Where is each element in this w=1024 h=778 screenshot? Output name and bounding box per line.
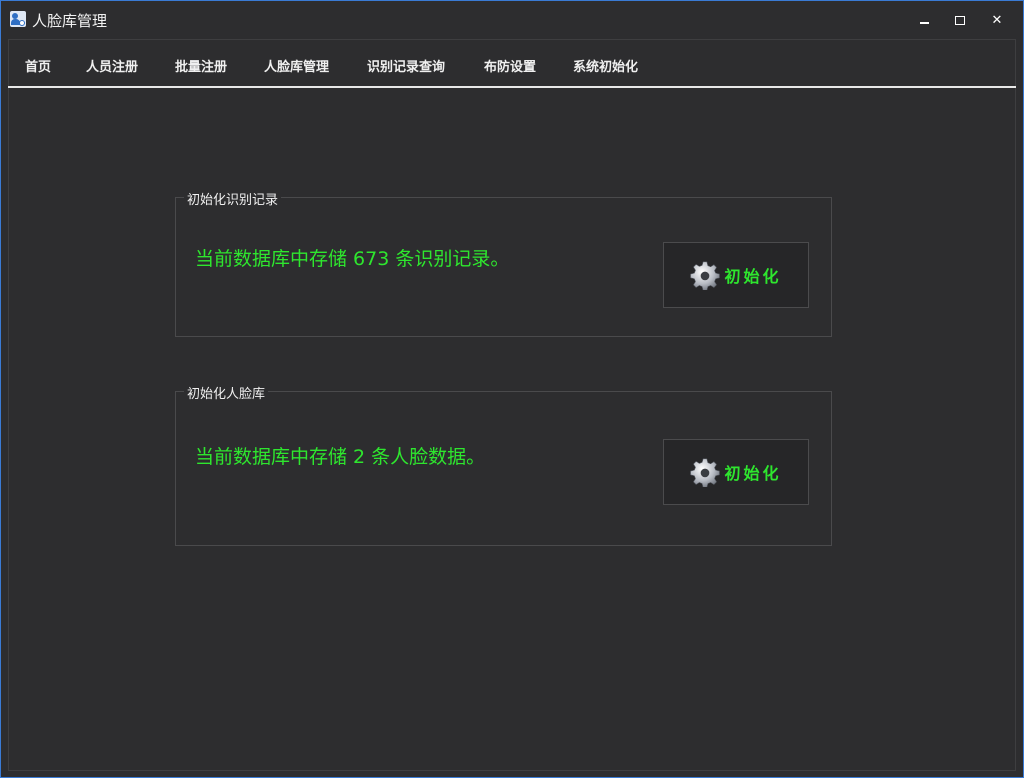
tab-defense-settings[interactable]: 布防设置	[484, 56, 536, 75]
tab-batch-register[interactable]: 批量注册	[175, 56, 227, 75]
tab-record-query[interactable]: 识别记录查询	[367, 56, 445, 75]
minimize-button[interactable]	[909, 7, 939, 33]
tab-face-db-manage[interactable]: 人脸库管理	[264, 56, 329, 75]
app-icon	[10, 11, 26, 27]
init-faces-button-label: 初始化	[724, 464, 782, 483]
tab-home[interactable]: 首页	[25, 56, 51, 75]
title-bar: 人脸库管理 ✕	[1, 1, 1023, 39]
records-count-message: 当前数据库中存储 673 条识别记录。	[195, 248, 510, 270]
init-records-group: 初始化识别记录 当前数据库中存储 673 条识别记录。 初始化	[175, 189, 832, 337]
init-records-button[interactable]: 初始化	[663, 242, 809, 308]
faces-count-message: 当前数据库中存储 2 条人脸数据。	[195, 446, 486, 468]
init-faces-group: 初始化人脸库 当前数据库中存储 2 条人脸数据。 初始化	[175, 383, 832, 546]
gear-icon	[690, 458, 721, 487]
close-icon: ✕	[991, 12, 1003, 28]
group-title: 初始化识别记录	[184, 189, 282, 208]
close-button[interactable]: ✕	[982, 7, 1012, 33]
gear-icon	[690, 261, 721, 290]
minimize-icon	[919, 22, 929, 24]
maximize-button[interactable]	[945, 7, 975, 33]
tab-person-register[interactable]: 人员注册	[86, 56, 138, 75]
group-title: 初始化人脸库	[184, 383, 269, 402]
maximize-icon	[955, 15, 965, 25]
tab-system-init[interactable]: 系统初始化	[573, 56, 638, 75]
tab-bar: 首页 人员注册 批量注册 人脸库管理 识别记录查询 布防设置 系统初始化	[8, 39, 1016, 86]
init-records-button-label: 初始化	[724, 267, 782, 286]
init-faces-button[interactable]: 初始化	[663, 439, 809, 505]
app-window: 人脸库管理 ✕ 首页 人员注册 批量注册 人脸库管理 识别记录查询 布防设置 系…	[0, 0, 1024, 778]
window-title: 人脸库管理	[32, 12, 108, 30]
